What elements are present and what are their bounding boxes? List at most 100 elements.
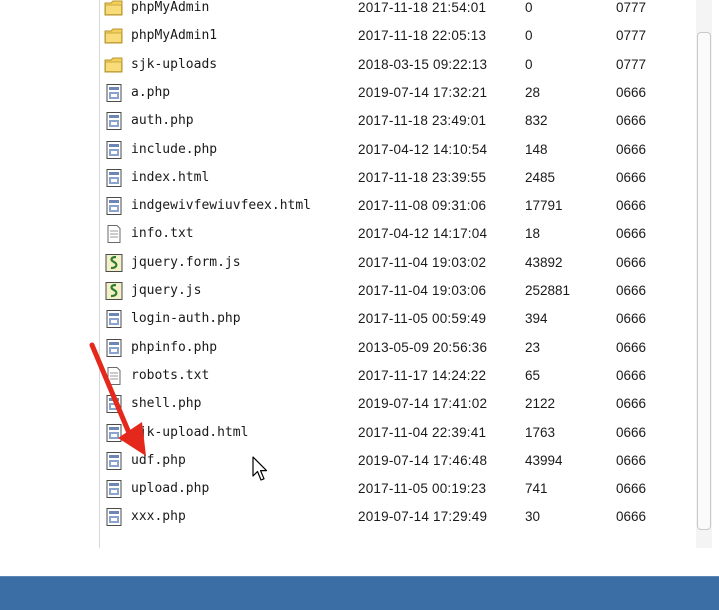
file-row[interactable]: udf.php 2019-07-14 17:46:48 43994 0666 bbox=[104, 447, 689, 475]
folder-icon bbox=[104, 56, 124, 74]
php-file-icon bbox=[104, 423, 124, 442]
file-permissions: 0777 bbox=[616, 0, 647, 15]
file-modified-date: 2017-11-05 00:19:23 bbox=[358, 481, 487, 497]
file-name-link[interactable]: xxx.php bbox=[131, 503, 186, 531]
php-file-icon bbox=[104, 451, 124, 470]
file-name-link[interactable]: jquery.form.js bbox=[131, 249, 241, 277]
file-modified-date: 2017-11-18 23:39:55 bbox=[358, 169, 487, 185]
file-name-link[interactable]: phpMyAdmin1 bbox=[131, 22, 217, 50]
file-name-link[interactable]: sjk-uploads bbox=[131, 51, 217, 79]
file-size: 30 bbox=[525, 509, 541, 525]
file-row[interactable]: upload.php 2017-11-05 00:19:23 741 0666 bbox=[104, 475, 689, 503]
file-size: 0 bbox=[525, 28, 533, 44]
file-name-link[interactable]: a.php bbox=[131, 79, 170, 107]
file-name-link[interactable]: login-auth.php bbox=[131, 305, 241, 333]
file-row[interactable]: sjk-uploads 2018-03-15 09:22:13 0 0777 bbox=[104, 51, 689, 79]
vertical-scrollbar[interactable] bbox=[696, 0, 712, 548]
file-modified-date: 2017-11-18 23:49:01 bbox=[358, 113, 487, 129]
file-name-link[interactable]: sjk-upload.html bbox=[131, 419, 248, 447]
file-modified-date: 2017-11-05 00:59:49 bbox=[358, 311, 487, 327]
scrollbar-thumb[interactable] bbox=[697, 32, 711, 530]
file-size: 252881 bbox=[525, 283, 571, 298]
file-row[interactable]: include.php 2017-04-12 14:10:54 148 0666 bbox=[104, 136, 689, 164]
file-row[interactable]: info.txt 2017-04-12 14:17:04 18 0666 bbox=[104, 220, 689, 248]
file-row[interactable]: phpMyAdmin 2017-11-18 21:54:01 0 0777 bbox=[104, 0, 689, 22]
file-permissions: 0777 bbox=[616, 56, 647, 72]
file-name-link[interactable]: robots.txt bbox=[131, 362, 209, 390]
file-size: 65 bbox=[525, 367, 541, 383]
php-file-icon bbox=[104, 480, 124, 499]
php-file-icon bbox=[104, 197, 124, 216]
file-permissions: 0666 bbox=[616, 226, 647, 242]
file-modified-date: 2017-04-12 14:17:04 bbox=[358, 226, 488, 242]
php-file-icon bbox=[104, 83, 124, 102]
file-row[interactable]: login-auth.php 2017-11-05 00:59:49 394 0666 bbox=[104, 305, 689, 333]
file-permissions: 0666 bbox=[616, 254, 647, 270]
file-size: 0 bbox=[525, 0, 533, 15]
file-modified-date: 2017-11-04 22:39:41 bbox=[358, 424, 487, 440]
file-name-link[interactable]: phpinfo.php bbox=[131, 334, 217, 362]
folder-icon bbox=[104, 27, 124, 45]
file-size: 28 bbox=[525, 84, 541, 100]
file-modified-date: 2019-07-14 17:41:02 bbox=[358, 396, 488, 412]
file-modified-date: 2017-11-17 14:24:22 bbox=[358, 367, 487, 383]
php-file-icon bbox=[104, 508, 124, 527]
folder-icon bbox=[104, 0, 124, 17]
file-name-link[interactable]: info.txt bbox=[131, 220, 194, 248]
file-row[interactable]: jquery.js 2017-11-04 19:03:06 252881 0666 bbox=[104, 277, 689, 305]
file-name-link[interactable]: jquery.js bbox=[131, 277, 201, 305]
file-size: 394 bbox=[525, 311, 548, 327]
php-file-icon bbox=[104, 338, 124, 357]
file-modified-date: 2018-03-15 09:22:13 bbox=[358, 56, 488, 72]
file-name-link[interactable]: indgewivfewiuvfeex.html bbox=[131, 192, 311, 220]
file-name-link[interactable]: upload.php bbox=[131, 475, 209, 503]
file-row[interactable]: auth.php 2017-11-18 23:49:01 832 0666 bbox=[104, 107, 689, 135]
file-permissions: 0666 bbox=[616, 141, 647, 157]
file-size: 23 bbox=[525, 339, 541, 355]
taskbar bbox=[0, 576, 719, 610]
file-permissions: 0666 bbox=[616, 339, 647, 355]
file-permissions: 0666 bbox=[616, 198, 647, 214]
file-row[interactable]: a.php 2019-07-14 17:32:21 28 0666 bbox=[104, 79, 689, 107]
file-permissions: 0666 bbox=[616, 396, 647, 412]
file-size: 741 bbox=[525, 481, 548, 497]
file-permissions: 0666 bbox=[616, 424, 647, 440]
file-size: 43994 bbox=[525, 452, 563, 468]
file-modified-date: 2013-05-09 20:56:36 bbox=[358, 339, 488, 355]
file-size: 18 bbox=[525, 226, 541, 242]
text-file-icon bbox=[104, 366, 124, 385]
file-permissions: 0777 bbox=[616, 28, 647, 44]
file-row[interactable]: phpMyAdmin1 2017-11-18 22:05:13 0 0777 bbox=[104, 22, 689, 50]
file-row[interactable]: robots.txt 2017-11-17 14:24:22 65 0666 bbox=[104, 362, 689, 390]
file-modified-date: 2017-11-04 19:03:06 bbox=[358, 283, 487, 298]
file-size: 832 bbox=[525, 113, 548, 129]
file-size: 17791 bbox=[525, 198, 563, 214]
file-permissions: 0666 bbox=[616, 452, 647, 468]
file-modified-date: 2019-07-14 17:29:49 bbox=[358, 509, 488, 525]
file-row[interactable]: phpinfo.php 2013-05-09 20:56:36 23 0666 bbox=[104, 334, 689, 362]
file-size: 148 bbox=[525, 141, 548, 157]
file-name-link[interactable]: index.html bbox=[131, 164, 209, 192]
file-row[interactable]: sjk-upload.html 2017-11-04 22:39:41 1763 06… bbox=[104, 419, 689, 447]
file-permissions: 0666 bbox=[616, 367, 647, 383]
file-name-link[interactable]: auth.php bbox=[131, 107, 194, 135]
file-name-link[interactable]: udf.php bbox=[131, 447, 186, 475]
php-file-icon bbox=[104, 310, 124, 329]
file-permissions: 0666 bbox=[616, 283, 647, 298]
file-size: 0 bbox=[525, 56, 533, 72]
file-size: 1763 bbox=[525, 424, 556, 440]
file-size: 2485 bbox=[525, 169, 556, 185]
php-file-icon bbox=[104, 112, 124, 131]
file-size: 43892 bbox=[525, 254, 563, 270]
file-row[interactable]: index.html 2017-11-18 23:39:55 2485 0666 bbox=[104, 164, 689, 192]
js-file-icon bbox=[104, 282, 124, 300]
file-row[interactable]: indgewivfewiuvfeex.html 2017-11-08 09:31:… bbox=[104, 192, 689, 220]
file-row[interactable]: shell.php 2019-07-14 17:41:02 2122 0666 bbox=[104, 390, 689, 418]
file-name-link[interactable]: include.php bbox=[131, 136, 217, 164]
file-row[interactable]: xxx.php 2019-07-14 17:29:49 30 0666 bbox=[104, 503, 689, 531]
file-name-link[interactable]: shell.php bbox=[131, 390, 201, 418]
php-file-icon bbox=[104, 168, 124, 187]
file-name-link[interactable]: phpMyAdmin bbox=[131, 0, 209, 22]
file-row[interactable]: jquery.form.js 2017-11-04 19:03:02 43892 06… bbox=[104, 249, 689, 277]
file-modified-date: 2019-07-14 17:46:48 bbox=[358, 452, 488, 468]
